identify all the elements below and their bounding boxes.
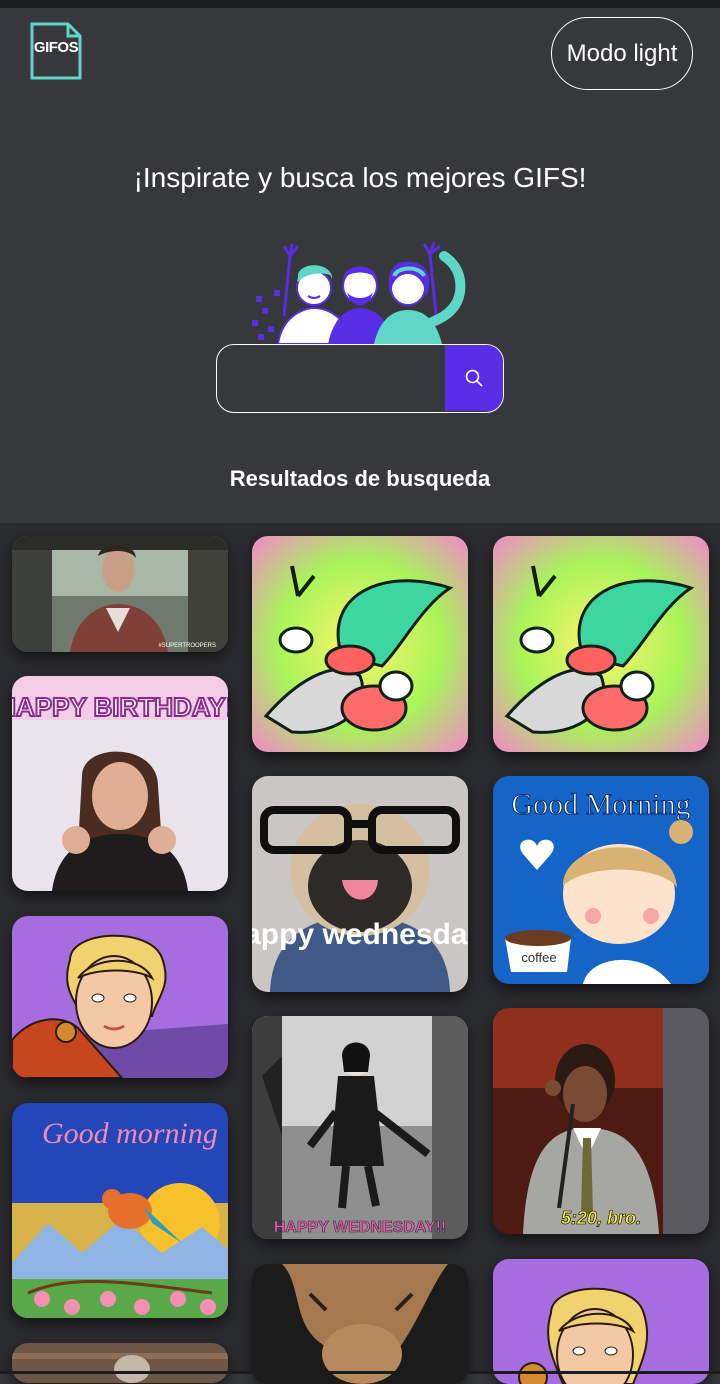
search-bar [216, 344, 504, 413]
gif-card[interactable]: happy wednesday! [252, 776, 468, 992]
gif-caption: Good Morning [511, 788, 690, 821]
mode-light-button[interactable]: Modo light [551, 17, 693, 90]
gif-card[interactable]: HAPPY BIRTHDAY!! [12, 676, 228, 891]
gif-card[interactable]: HAPPY WEDNESDAY!! [252, 1016, 468, 1239]
gifos-logo[interactable]: GIFOS [30, 22, 82, 80]
logo-text: GIFOS [33, 39, 79, 56]
gif-caption: Good morning [42, 1117, 218, 1150]
gif-card[interactable]: #SUPERTROOPERS [12, 536, 228, 652]
status-strip [0, 0, 720, 8]
gif-caption: coffee [521, 950, 556, 965]
gif-caption: HAPPY BIRTHDAY!! [12, 692, 228, 722]
search-input[interactable] [217, 345, 445, 411]
gif-card[interactable] [12, 916, 228, 1078]
gif-card[interactable] [493, 1259, 709, 1384]
gif-card[interactable]: Good Morning coffee [493, 776, 709, 984]
gif-caption: HAPPY WEDNESDAY!! [274, 1219, 446, 1236]
search-icon [465, 369, 483, 387]
gif-card[interactable]: Good morning [12, 1103, 228, 1318]
hero-title: ¡Inspirate y busca los mejores GIFS! [133, 162, 587, 193]
gif-card[interactable] [12, 1343, 228, 1383]
gif-card[interactable] [493, 536, 709, 752]
results-title: Resultados de busqueda [229, 466, 491, 491]
gif-card[interactable] [252, 536, 468, 752]
gif-caption: happy wednesday! [252, 918, 468, 951]
gif-caption: #SUPERTROOPERS [158, 643, 216, 649]
search-button[interactable] [445, 345, 503, 411]
gif-card[interactable] [252, 1264, 468, 1384]
gif-card[interactable]: 5:20, bro. [493, 1008, 709, 1234]
gif-caption: 5:20, bro. [561, 1208, 641, 1228]
people-illustration [248, 236, 472, 345]
